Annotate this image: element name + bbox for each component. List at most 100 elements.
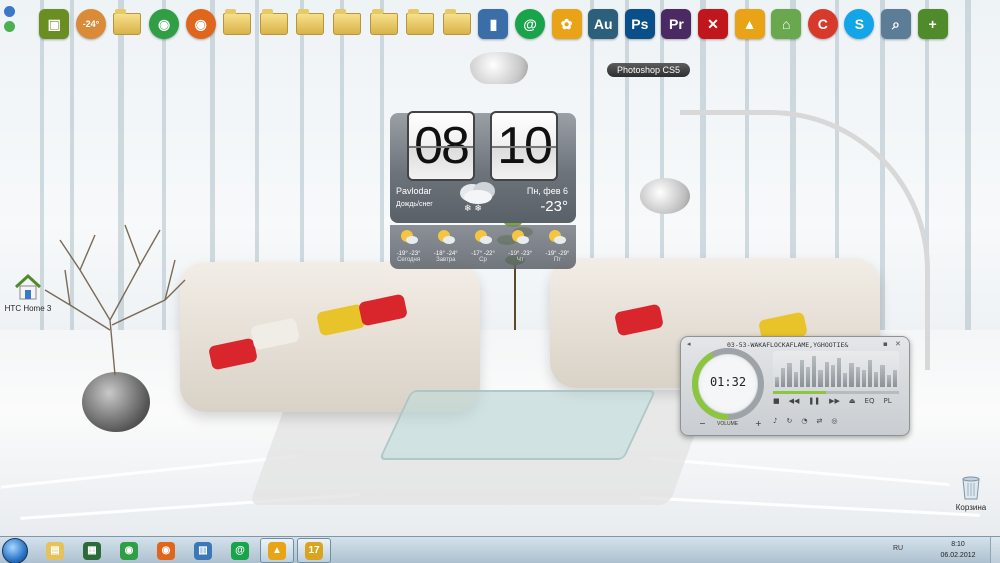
dock-item[interactable] bbox=[329, 6, 366, 42]
weather-current-temp: -23° bbox=[540, 198, 568, 215]
help-icon[interactable] bbox=[4, 6, 15, 17]
dock-item[interactable]: Au bbox=[585, 6, 622, 42]
desktop-icon-htc-home[interactable]: HTC Home 3 bbox=[2, 272, 54, 313]
taskbar-button[interactable]: ▤ bbox=[38, 538, 72, 563]
dock-item[interactable]: ▮ bbox=[475, 6, 512, 42]
aimp-player[interactable]: ◂ 03-53-WAKAFLOCKAFLAME,YGHOOTIE& ▪ ✕ 01… bbox=[680, 336, 910, 436]
dock-item[interactable] bbox=[402, 6, 439, 42]
mail-agent-icon: @ bbox=[515, 9, 546, 39]
dock-item[interactable]: + bbox=[914, 6, 951, 42]
forecast-day: -19° -29° Пт bbox=[539, 225, 576, 269]
books-icon: ▮ bbox=[478, 9, 509, 39]
next-icon[interactable]: ▶▶ bbox=[829, 397, 840, 405]
dock-item[interactable] bbox=[292, 6, 329, 42]
folder-icon bbox=[406, 9, 435, 35]
dock-item[interactable]: ▣ bbox=[36, 6, 73, 42]
dock-item[interactable]: ◉ bbox=[182, 6, 219, 42]
forecast-day-name: Чт bbox=[516, 257, 524, 263]
taskbar-button[interactable]: ◉ bbox=[149, 538, 183, 563]
search-icon: ⌕ bbox=[880, 9, 911, 39]
task-manager-icon: ▦ bbox=[83, 541, 101, 560]
dock-item[interactable]: Pr bbox=[658, 6, 695, 42]
shuffle-icon[interactable]: ⇄ bbox=[816, 417, 822, 425]
taskbar-button[interactable]: @ bbox=[223, 538, 257, 563]
seek-bar[interactable] bbox=[773, 391, 899, 394]
dock-item[interactable] bbox=[365, 6, 402, 42]
dock-item[interactable] bbox=[256, 6, 293, 42]
weather-city: Pavlodar bbox=[396, 186, 432, 196]
spectrum-bar bbox=[849, 363, 854, 387]
spectrum-bar bbox=[806, 366, 811, 387]
spectrum-bar bbox=[818, 370, 823, 387]
system-clock[interactable]: 8:10 06.02.2012 bbox=[932, 539, 984, 561]
start-button[interactable] bbox=[2, 538, 28, 563]
spectrum-bar bbox=[793, 371, 798, 387]
language-indicator[interactable]: RU bbox=[893, 545, 903, 552]
spectrum-bar bbox=[868, 359, 873, 387]
pause-icon[interactable]: ❚❚ bbox=[808, 397, 820, 405]
clock-date: 06.02.2012 bbox=[940, 552, 976, 559]
taskbar-button[interactable]: ▥ bbox=[186, 538, 220, 563]
volume-label: VOLUME bbox=[717, 421, 739, 427]
dock-tooltip: Photoshop CS5 bbox=[607, 63, 691, 77]
dock-item[interactable]: @ bbox=[512, 6, 549, 42]
open-icon[interactable]: ⏏ bbox=[849, 397, 856, 405]
dock-item[interactable]: -24° bbox=[73, 6, 110, 42]
spectrum-bar bbox=[892, 370, 898, 387]
spectrum-bar bbox=[874, 371, 879, 387]
firefox-icon: ◉ bbox=[157, 541, 175, 560]
show-desktop-button[interactable] bbox=[990, 537, 1000, 563]
spectrum-bar bbox=[861, 370, 867, 387]
dock-item[interactable]: ◉ bbox=[146, 6, 183, 42]
house-icon bbox=[14, 273, 42, 300]
green-gadget-icon[interactable] bbox=[4, 21, 15, 32]
forecast-day: -19° -23° Чт bbox=[502, 225, 539, 269]
dock-item[interactable]: Ps bbox=[622, 6, 659, 42]
elapsed-time: 01:32 bbox=[709, 375, 747, 389]
dock-item[interactable]: ▲ bbox=[731, 6, 768, 42]
sun-cloud-icon bbox=[475, 230, 492, 244]
spectrum-bar bbox=[830, 364, 836, 387]
svg-text:❄ ❄: ❄ ❄ bbox=[464, 204, 482, 214]
speaker-icon[interactable]: ♪ bbox=[773, 417, 777, 425]
dock-item[interactable]: ✿ bbox=[548, 6, 585, 42]
taskbar: ▤ ▦ ◉ ◉ ▥ @ ▲ 17 RU 8:10 06.02.2012 bbox=[0, 536, 1000, 563]
close-button[interactable]: ✕ bbox=[895, 340, 901, 348]
repeat-icon[interactable]: ↻ bbox=[786, 417, 792, 425]
dock-item[interactable]: ⌂ bbox=[768, 6, 805, 42]
dock-item[interactable]: C bbox=[804, 6, 841, 42]
taskbar-button[interactable]: 17 bbox=[297, 538, 331, 563]
player-menu-icon[interactable]: ◂ bbox=[687, 340, 691, 348]
weather-date: Пн, фев 6 bbox=[526, 186, 568, 196]
previous-icon[interactable]: ◀◀ bbox=[789, 397, 800, 405]
taskbar-button[interactable]: ▲ bbox=[260, 538, 294, 563]
spectrum-bar bbox=[787, 363, 792, 387]
taskbar-button[interactable]: ◉ bbox=[112, 538, 146, 563]
playlist-button[interactable]: PL bbox=[883, 397, 891, 405]
forecast-day-name: Завтра bbox=[436, 257, 456, 263]
spectrum-bar bbox=[837, 358, 842, 387]
weather-condition: Дождь/снег bbox=[396, 201, 433, 208]
taskbar-button[interactable]: ▦ bbox=[75, 538, 109, 563]
aimp-icon: ▲ bbox=[268, 541, 286, 560]
stop-icon[interactable]: ■ bbox=[773, 397, 780, 405]
eq-button[interactable]: EQ bbox=[865, 397, 875, 405]
cpu-gadget-icon: ▣ bbox=[39, 9, 70, 39]
volume-down-button[interactable]: − bbox=[699, 419, 706, 428]
dock-item[interactable]: ⌕ bbox=[878, 6, 915, 42]
mail-agent-icon: @ bbox=[231, 541, 249, 560]
desktop-icon-recycle-bin[interactable]: Корзина bbox=[945, 473, 997, 512]
stereo-icon[interactable]: ◎ bbox=[831, 417, 837, 425]
dock-item[interactable]: S bbox=[841, 6, 878, 42]
volume-up-button[interactable]: + bbox=[755, 419, 762, 428]
minimize-button[interactable]: ▪ bbox=[883, 340, 888, 348]
weather-clock-gadget[interactable]: 08 10 Pavlodar Дождь/снег ❄ ❄ Пн, фев 6 … bbox=[390, 111, 576, 223]
explorer-icon: ▤ bbox=[46, 541, 64, 560]
spectrum-bar bbox=[781, 368, 786, 387]
dock-item[interactable] bbox=[219, 6, 256, 42]
dock-item[interactable] bbox=[109, 6, 146, 42]
dock-item[interactable] bbox=[439, 6, 476, 42]
network-icon: ▥ bbox=[194, 541, 212, 560]
timer-icon[interactable]: ◔ bbox=[801, 417, 807, 425]
dock-item[interactable]: ✕ bbox=[695, 6, 732, 42]
